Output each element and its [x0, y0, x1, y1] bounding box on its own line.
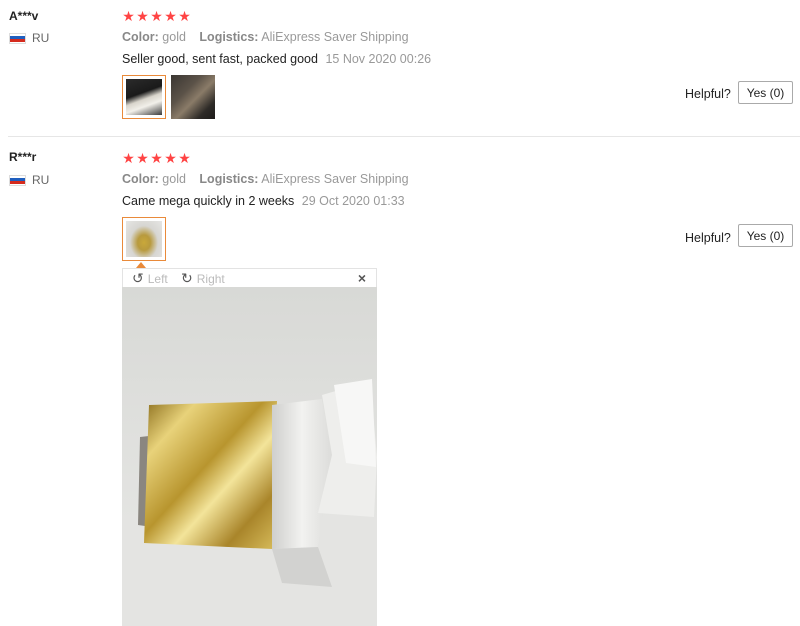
review-text: Came mega quickly in 2 weeks [122, 194, 295, 208]
star-rating: ★ ★ ★ ★ ★ [122, 151, 191, 165]
enlarged-review-photo [122, 287, 377, 626]
helpful-label: Helpful? [685, 87, 731, 101]
review-date: 15 Nov 2020 00:26 [325, 52, 432, 66]
review-photo-thumbnail[interactable] [122, 75, 166, 119]
order-attributes: Color: gold Logistics: AliExpress Saver … [122, 30, 409, 44]
logistics-label: Logistics: [199, 172, 259, 186]
star-icon: ★ [136, 8, 149, 24]
review-text: Seller good, sent fast, packed good [122, 52, 318, 66]
star-rating: ★ ★ ★ ★ ★ [122, 9, 191, 23]
color-label: Color: [122, 172, 159, 186]
star-icon: ★ [164, 8, 177, 24]
review-content: Came mega quickly in 2 weeks 29 Oct 2020… [122, 194, 405, 208]
review-date: 29 Oct 2020 01:33 [301, 194, 405, 208]
review-item: R***r RU ★ ★ ★ ★ ★ Color: gold Logistics… [0, 136, 800, 626]
helpful-yes-button[interactable]: Yes (0) [738, 81, 793, 104]
rotate-left-label: Left [147, 271, 168, 286]
russia-flag-icon [9, 174, 26, 186]
country-code: RU [32, 31, 50, 45]
helpful-label: Helpful? [685, 231, 731, 245]
rotate-right-button[interactable]: ↻ Right [181, 270, 225, 287]
reviewer-country: RU [9, 173, 49, 187]
review-content: Seller good, sent fast, packed good 15 N… [122, 52, 431, 66]
color-value: gold [162, 172, 186, 186]
helpful-yes-button[interactable]: Yes (0) [738, 224, 793, 247]
country-code: RU [32, 173, 50, 187]
gold-leaf-photo [122, 287, 377, 626]
review-photo-thumbnail[interactable] [122, 217, 166, 261]
color-label: Color: [122, 30, 159, 44]
logistics-label: Logistics: [199, 30, 259, 44]
viewer-toolbar: ↺ Left ↻ Right × [122, 268, 377, 287]
photo-viewer: ↺ Left ↻ Right × [122, 268, 377, 626]
color-value: gold [162, 30, 186, 44]
star-icon: ★ [122, 8, 135, 24]
rotate-left-icon: ↺ [132, 270, 144, 286]
star-icon: ★ [150, 150, 163, 166]
review-photo-thumbnail[interactable] [171, 75, 215, 119]
rotate-left-button[interactable]: ↺ Left [132, 270, 168, 287]
star-icon: ★ [136, 150, 149, 166]
reviewer-name: R***r [9, 150, 37, 164]
star-icon: ★ [122, 150, 135, 166]
close-icon[interactable]: × [358, 270, 366, 286]
russia-flag-icon [9, 32, 26, 44]
order-attributes: Color: gold Logistics: AliExpress Saver … [122, 172, 409, 186]
rotate-right-label: Right [196, 271, 225, 286]
reviewer-country: RU [9, 31, 49, 45]
star-icon: ★ [164, 150, 177, 166]
logistics-value: AliExpress Saver Shipping [261, 172, 409, 186]
rotate-right-icon: ↻ [181, 270, 193, 286]
star-icon: ★ [178, 8, 191, 24]
review-item: A***v RU ★ ★ ★ ★ ★ Color: gold Logistics… [0, 0, 800, 136]
logistics-value: AliExpress Saver Shipping [261, 30, 409, 44]
star-icon: ★ [150, 8, 163, 24]
reviewer-name: A***v [9, 9, 39, 23]
star-icon: ★ [178, 150, 191, 166]
